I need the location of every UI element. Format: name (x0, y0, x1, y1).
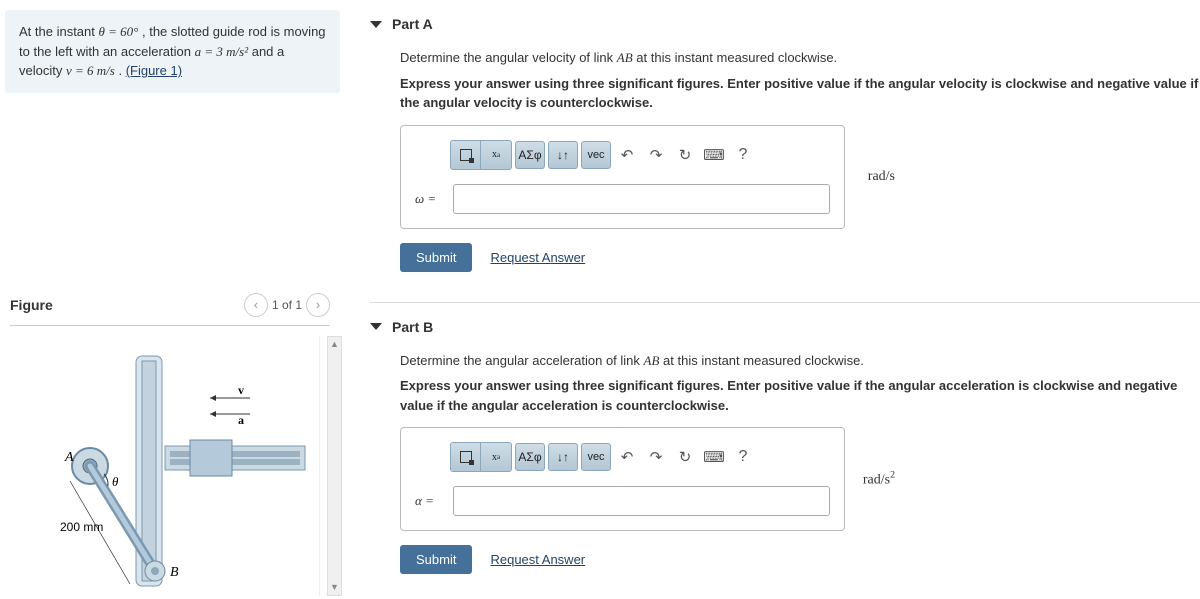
part-b-answer-box: xa ΑΣφ ↓↑ vec ↶ ↷ ↻ ⌨ ? α = (400, 427, 845, 531)
part-a-instruction: Express your answer using three signific… (400, 74, 1200, 113)
alpha-label: α = (415, 493, 445, 509)
part-a-title: Part A (392, 16, 433, 32)
reset-button[interactable]: ↻ (672, 142, 698, 168)
problem-statement: At the instant θ = 60° , the slotted gui… (5, 10, 340, 93)
greek-button[interactable]: ΑΣφ (515, 443, 545, 471)
equation-toolbar: xa ΑΣφ ↓↑ vec ↶ ↷ ↻ ⌨ ? (450, 442, 830, 472)
scroll-down-icon[interactable]: ▼ (328, 580, 341, 595)
template-button[interactable] (451, 141, 481, 169)
template-button[interactable] (451, 443, 481, 471)
vector-button[interactable]: vec (581, 443, 611, 471)
redo-button[interactable]: ↷ (643, 444, 669, 470)
subscript-button[interactable]: ↓↑ (548, 443, 578, 471)
help-button[interactable]: ? (730, 142, 756, 168)
part-a-header[interactable]: Part A (370, 10, 1200, 38)
figure-prev-button[interactable]: ‹ (244, 293, 268, 317)
part-a-request-answer-link[interactable]: Request Answer (490, 250, 585, 265)
collapse-icon (370, 323, 382, 330)
intro-text: At the instant (19, 24, 99, 39)
equation-toolbar: xa ΑΣφ ↓↑ vec ↶ ↷ ↻ ⌨ ? (450, 140, 830, 170)
label-b: B (170, 565, 179, 580)
part-a-submit-button[interactable]: Submit (400, 243, 472, 272)
part-b-title: Part B (392, 319, 433, 335)
figure-scrollbar[interactable]: ▲ ▼ (327, 336, 342, 596)
vel-value: v = 6 m/s (66, 63, 115, 78)
part-b-header[interactable]: Part B (370, 313, 1200, 341)
greek-button[interactable]: ΑΣφ (515, 141, 545, 169)
scroll-up-icon[interactable]: ▲ (328, 337, 341, 352)
label-200mm: 200 mm (60, 520, 103, 534)
part-b-answer-input[interactable] (453, 486, 830, 516)
collapse-icon (370, 21, 382, 28)
redo-button[interactable]: ↷ (643, 142, 669, 168)
label-theta: θ (112, 474, 119, 489)
part-b-submit-button[interactable]: Submit (400, 545, 472, 574)
part-a-answer-box: xa ΑΣφ ↓↑ vec ↶ ↷ ↻ ⌨ ? ω = (400, 125, 845, 229)
template-icon (460, 149, 472, 161)
fraction-button[interactable]: xa (481, 141, 511, 169)
figure-link[interactable]: (Figure 1) (126, 63, 182, 78)
part-b-unit: rad/s2 (863, 470, 895, 489)
keyboard-button[interactable]: ⌨ (701, 142, 727, 168)
fraction-button[interactable]: xa (481, 443, 511, 471)
theta-value: θ = 60° (99, 24, 139, 39)
figure-count: 1 of 1 (272, 298, 302, 312)
label-v: v (238, 383, 244, 397)
label-a: A (64, 450, 74, 465)
undo-button[interactable]: ↶ (614, 142, 640, 168)
part-a-answer-input[interactable] (453, 184, 830, 214)
accel-value: a = 3 m/s² (195, 44, 248, 59)
omega-label: ω = (415, 191, 445, 207)
part-b-question: Determine the angular acceleration of li… (400, 351, 1200, 371)
vector-button[interactable]: vec (581, 141, 611, 169)
part-a-question: Determine the angular velocity of link A… (400, 48, 1200, 68)
keyboard-button[interactable]: ⌨ (701, 444, 727, 470)
subscript-button[interactable]: ↓↑ (548, 141, 578, 169)
figure-next-button[interactable]: › (306, 293, 330, 317)
reset-button[interactable]: ↻ (672, 444, 698, 470)
undo-button[interactable]: ↶ (614, 444, 640, 470)
part-b-instruction: Express your answer using three signific… (400, 376, 1200, 415)
template-icon (460, 451, 472, 463)
part-a-unit: rad/s (868, 169, 895, 185)
part-b-request-answer-link[interactable]: Request Answer (490, 552, 585, 567)
figure-title: Figure (10, 297, 53, 313)
figure-diagram: A θ 200 mm B v a (10, 336, 320, 596)
label-accel: a (238, 413, 244, 427)
help-button[interactable]: ? (730, 444, 756, 470)
